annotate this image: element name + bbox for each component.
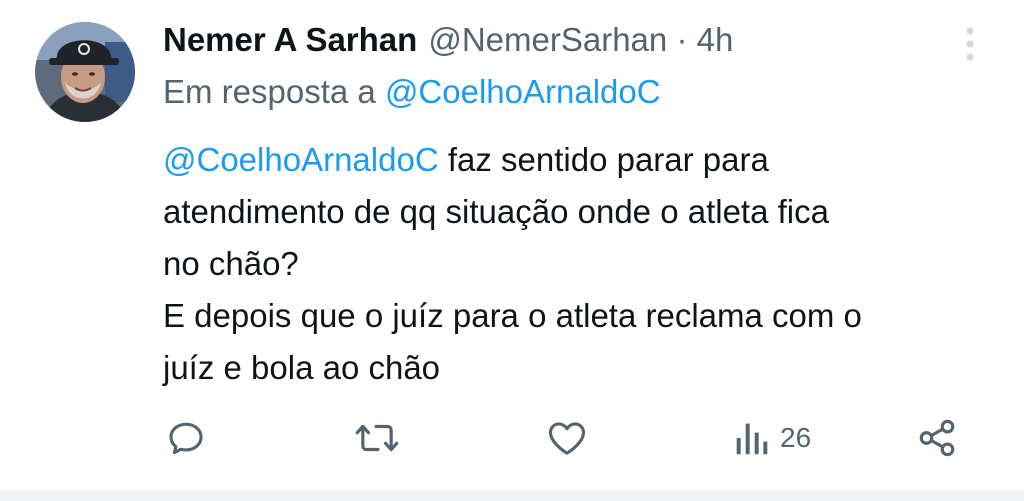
author-handle[interactable]: @NemerSarhan [428,21,667,58]
text-line: @CoelhoArnaldoC faz sentido parar para [163,134,1008,186]
separator-dot: · [676,21,688,58]
text-segment: faz sentido parar para [438,141,769,178]
reply-prefix: Em resposta a [163,73,376,110]
author-name[interactable]: Nemer A Sarhan [163,21,417,59]
reply-to-mention[interactable]: @CoelhoArnaldoC [385,73,661,110]
avatar-photo [35,22,135,122]
text-line: no chão? [163,245,299,282]
retweet-icon [355,424,399,452]
text-line: juíz e bola ao chão [163,349,441,386]
share-button[interactable] [916,408,958,468]
more-options-button[interactable] [958,22,982,66]
reply-context: Em resposta a @CoelhoArnaldoC [163,73,661,111]
like-button[interactable] [544,408,590,468]
avatar[interactable] [35,22,135,122]
body-mention[interactable]: @CoelhoArnaldoC [163,141,439,178]
bottom-divider [0,490,1024,501]
reply-icon [169,422,203,455]
text-line: atendimento de qq situação onde o atleta… [163,193,829,230]
text-line: E depois que o juíz para o atleta reclam… [163,297,862,334]
more-vertical-icon [966,27,974,61]
views-count: 26 [780,422,812,453]
views-button[interactable]: 26 [734,408,811,468]
heart-icon [548,422,586,455]
share-icon [919,419,955,457]
retweet-button[interactable] [354,408,400,468]
views-chart-icon [736,423,768,455]
tweet-time[interactable]: 4h [697,21,734,58]
reply-button[interactable] [164,408,208,468]
action-bar: 26 [0,408,1024,468]
tweet-header: Nemer A Sarhan @NemerSarhan · 4h [163,18,733,62]
tweet[interactable]: Nemer A Sarhan @NemerSarhan · 4h Em resp… [0,0,1024,490]
tweet-text: @CoelhoArnaldoC faz sentido parar para a… [163,134,1008,394]
author-handle-and-time: @NemerSarhan · 4h [428,21,733,59]
